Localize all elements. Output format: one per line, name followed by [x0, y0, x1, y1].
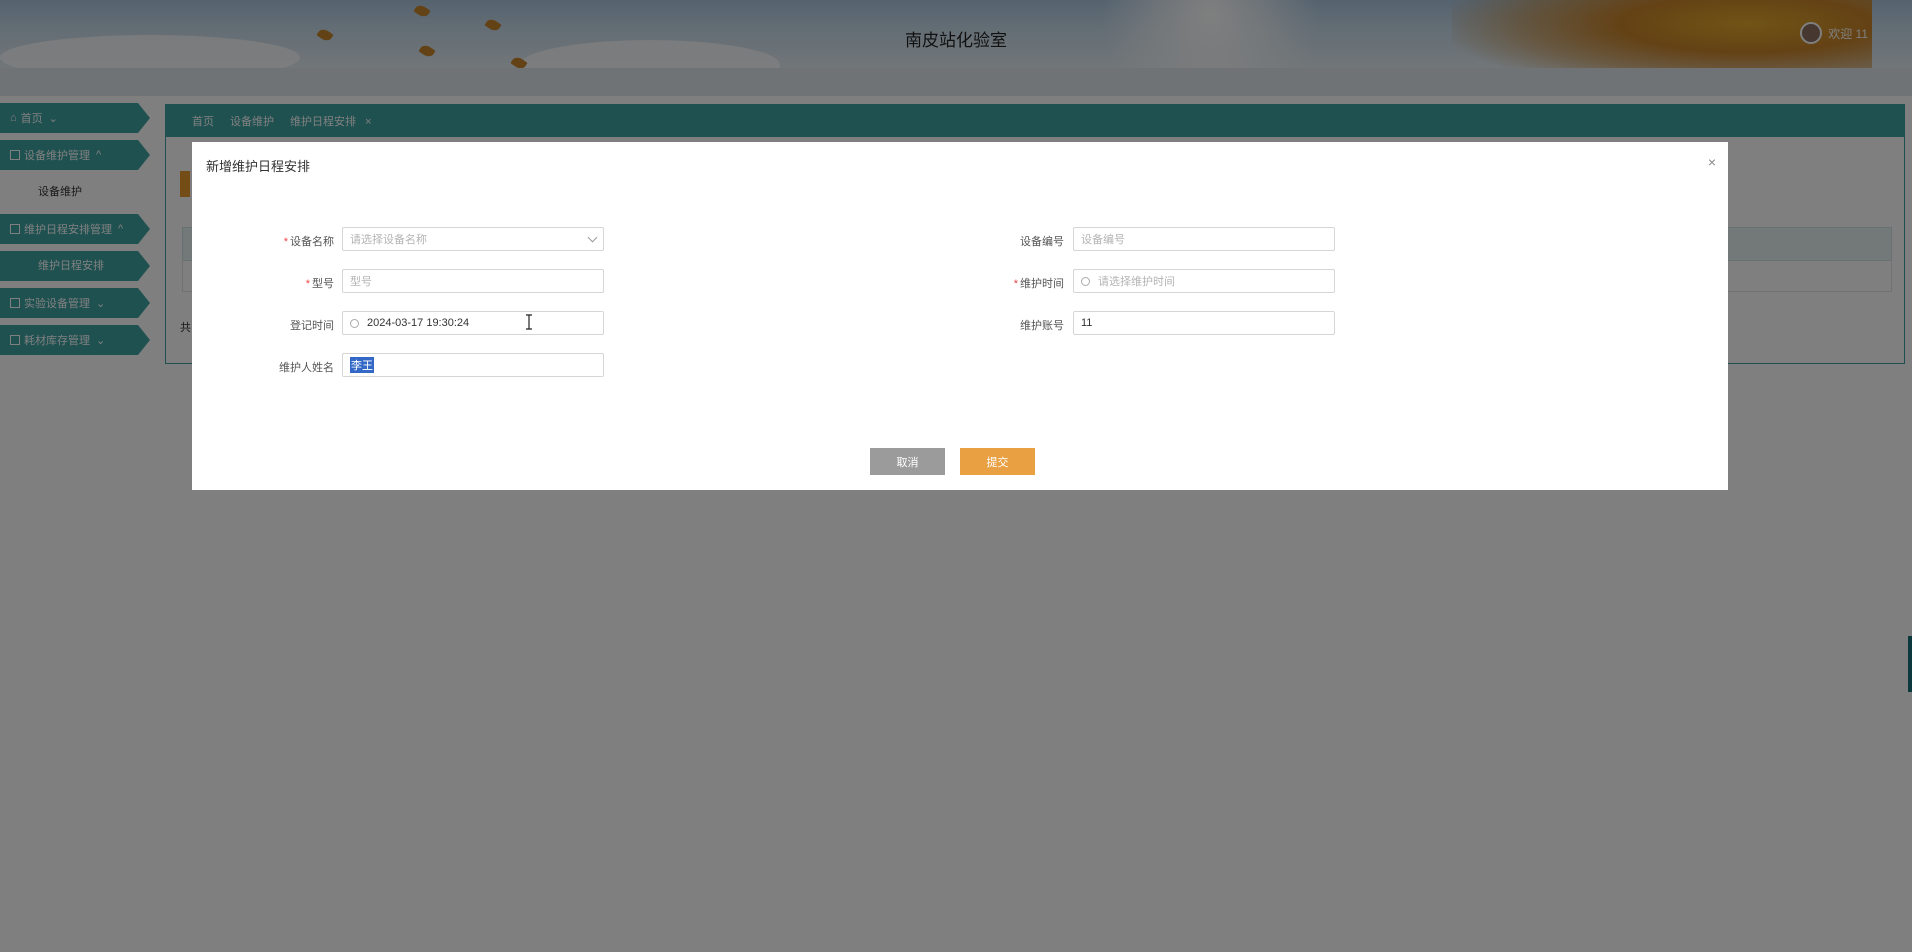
- device-code-input[interactable]: 设备编号: [1073, 227, 1335, 251]
- submit-button[interactable]: 提交: [960, 448, 1035, 475]
- input-value: 2024-03-17 19:30:24: [367, 317, 470, 329]
- clock-icon: [350, 318, 359, 328]
- required-mark: *: [283, 236, 288, 248]
- input-value: 11: [1081, 317, 1093, 329]
- input-placeholder: 请选择维护时间: [1098, 276, 1175, 288]
- input-placeholder: 型号: [350, 276, 372, 288]
- select-placeholder: 请选择设备名称: [350, 234, 427, 246]
- register-time-picker[interactable]: 2024-03-17 19:30:24: [342, 311, 604, 335]
- model-input[interactable]: 型号: [342, 269, 604, 293]
- model-label: * 型号: [214, 275, 334, 291]
- required-mark: *: [1013, 278, 1018, 290]
- maintenance-time-label: * 维护时间: [944, 275, 1064, 291]
- cancel-button[interactable]: 取消: [870, 448, 945, 475]
- text-cursor-icon: [526, 314, 532, 330]
- label-text: 型号: [312, 278, 334, 290]
- label-text: 维护时间: [1020, 278, 1064, 290]
- maintenance-account-input[interactable]: 11: [1073, 311, 1335, 335]
- clock-icon: [1081, 276, 1090, 286]
- device-name-label: * 设备名称: [214, 233, 334, 249]
- input-value: 李王: [350, 357, 374, 373]
- close-icon[interactable]: ×: [1708, 154, 1716, 170]
- add-schedule-dialog: 新增维护日程安排 × * 设备名称 请选择设备名称 设备编号 设备编号 * 型号 型…: [192, 142, 1728, 490]
- input-placeholder: 设备编号: [1081, 234, 1125, 246]
- chevron-down-icon: [587, 232, 598, 242]
- maintainer-name-label: 维护人姓名: [279, 362, 334, 374]
- maintenance-account-label: 维护账号: [1020, 320, 1064, 332]
- required-mark: *: [305, 278, 310, 290]
- device-name-select[interactable]: 请选择设备名称: [342, 227, 604, 251]
- register-time-label: 登记时间: [290, 320, 334, 332]
- maintenance-time-picker[interactable]: 请选择维护时间: [1073, 269, 1335, 293]
- dialog-title: 新增维护日程安排: [206, 159, 311, 174]
- label-text: 设备名称: [290, 236, 334, 248]
- maintainer-name-input[interactable]: 李王: [342, 353, 604, 377]
- device-code-label: 设备编号: [1020, 236, 1064, 248]
